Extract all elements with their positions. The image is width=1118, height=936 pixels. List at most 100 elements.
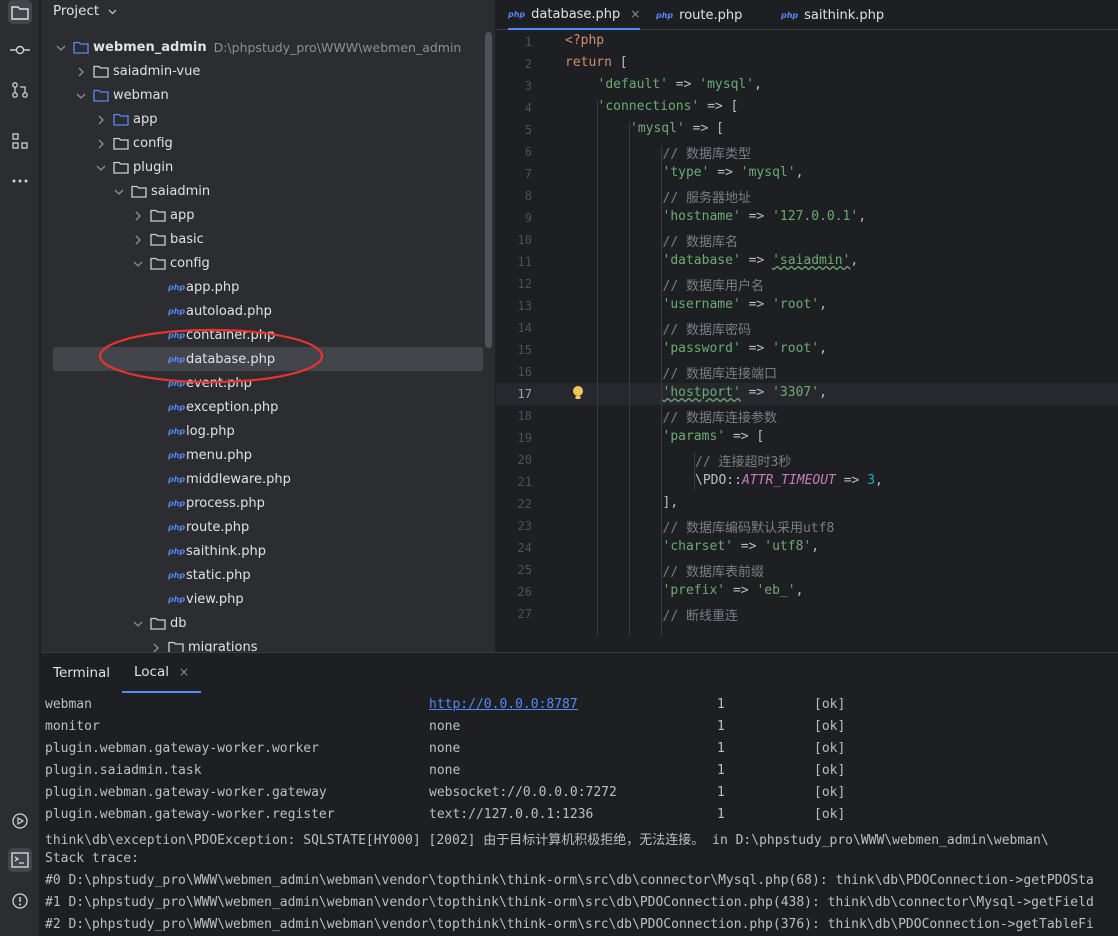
line-number: 24 <box>517 541 532 555</box>
tree-item[interactable]: plugin <box>41 155 483 179</box>
chevron-right-icon[interactable] <box>133 210 143 221</box>
line-number: 11 <box>517 255 532 269</box>
tree-item[interactable]: php view.php <box>41 587 483 611</box>
line-number: 5 <box>524 123 532 137</box>
error-line: #1 D:\phpstudy_pro\WWW\webmen_admin\webm… <box>45 895 1094 910</box>
tree-item[interactable]: php middleware.php <box>41 467 483 491</box>
pull-requests-icon[interactable] <box>8 78 32 102</box>
process-listen: none <box>429 719 461 734</box>
line-number: 19 <box>517 431 532 445</box>
tab-label: saithink.php <box>804 7 885 23</box>
process-count: 1 <box>717 741 725 756</box>
process-name: plugin.webman.gateway-worker.gateway <box>45 785 327 800</box>
folder-icon <box>150 617 166 630</box>
listen-link[interactable]: http://0.0.0.0:8787 <box>429 697 578 712</box>
tab-local-session[interactable]: Local × <box>122 653 202 693</box>
chevron-right-icon[interactable] <box>133 234 143 245</box>
chevron-right-icon[interactable] <box>96 138 106 149</box>
chevron-down-icon[interactable] <box>96 162 106 172</box>
lightbulb-icon[interactable] <box>572 385 584 405</box>
process-status: [ok] <box>814 697 846 712</box>
tree-item-label: exception.php <box>186 399 279 415</box>
tab-database-php[interactable]: php database.php × <box>508 0 641 30</box>
tree-item[interactable]: app <box>41 107 483 131</box>
code-line: // 数据库连接端口 <box>662 367 777 382</box>
problems-icon[interactable] <box>8 889 32 913</box>
services-icon[interactable] <box>8 809 32 833</box>
commit-icon[interactable] <box>8 38 32 62</box>
chevron-down-icon[interactable] <box>56 42 66 52</box>
error-line: #2 D:\phpstudy_pro\WWW\webmen_admin\webm… <box>45 917 1094 932</box>
php-file-icon: php <box>656 10 674 20</box>
line-number: 10 <box>517 233 532 247</box>
process-name: monitor <box>45 719 100 734</box>
process-status: [ok] <box>814 785 846 800</box>
process-name: plugin.saiadmin.task <box>45 763 202 778</box>
tree-item-label: middleware.php <box>186 471 291 487</box>
process-count: 1 <box>717 785 725 800</box>
chevron-down-icon[interactable] <box>76 90 86 100</box>
close-icon[interactable]: × <box>630 7 640 21</box>
process-count: 1 <box>717 719 725 734</box>
process-listen: text://127.0.0.1:1236 <box>429 807 594 822</box>
tree-scrollbar[interactable] <box>485 32 492 348</box>
tree-item[interactable]: php saithink.php <box>41 539 483 563</box>
tree-item-label: route.php <box>186 519 250 535</box>
terminal-icon[interactable] <box>8 848 32 872</box>
tree-item[interactable]: php static.php <box>41 563 483 587</box>
session-label: Local <box>134 664 169 680</box>
tree-item[interactable]: db <box>41 611 483 635</box>
code-line: // 数据库名 <box>662 235 738 250</box>
line-number: 3 <box>524 79 532 93</box>
error-line: #0 D:\phpstudy_pro\WWW\webmen_admin\webm… <box>45 873 1094 888</box>
tree-item[interactable]: config <box>41 251 483 275</box>
tree-item[interactable]: saiadmin-vue <box>41 59 483 83</box>
indent-guide <box>629 122 630 636</box>
tree-item[interactable]: config <box>41 131 483 155</box>
tree-item[interactable]: webman <box>41 83 483 107</box>
code-line: 'hostname' => '127.0.0.1', <box>662 209 867 224</box>
folder-icon <box>150 257 166 270</box>
project-header[interactable]: Project <box>53 3 117 19</box>
red-annotation-ellipse <box>98 328 324 384</box>
structure-icon[interactable] <box>8 129 32 153</box>
chevron-right-icon[interactable] <box>96 114 106 125</box>
chevron-right-icon[interactable] <box>76 66 86 77</box>
line-number: 15 <box>517 343 532 357</box>
line-number: 18 <box>517 409 532 423</box>
code-line: 'hostport' => '3307', <box>662 385 827 400</box>
tree-item[interactable]: php autoload.php <box>41 299 483 323</box>
line-number: 7 <box>524 167 532 181</box>
chevron-down-icon[interactable] <box>114 186 124 196</box>
tree-item[interactable]: php menu.php <box>41 443 483 467</box>
tree-item[interactable]: php app.php <box>41 275 483 299</box>
code-line: return [ <box>565 55 628 70</box>
code-line: 'password' => 'root', <box>662 341 827 356</box>
project-folder-icon[interactable] <box>8 0 32 24</box>
tab-saithink-php[interactable]: php saithink.php <box>781 0 884 30</box>
php-file-icon: php <box>168 402 186 412</box>
code-line: 'charset' => 'utf8', <box>662 539 820 554</box>
chevron-down-icon[interactable] <box>133 258 143 268</box>
php-file-icon: php <box>168 570 186 580</box>
tree-item[interactable]: app <box>41 203 483 227</box>
chevron-right-icon[interactable] <box>151 642 161 653</box>
folder-icon <box>113 137 129 150</box>
tree-item[interactable]: webmen_admin D:\phpstudy_pro\WWW\webmen_a… <box>41 35 483 59</box>
tree-item-label: basic <box>170 231 204 247</box>
tree-item[interactable]: php process.php <box>41 491 483 515</box>
tree-item[interactable]: saiadmin <box>41 179 483 203</box>
tree-item-label: app <box>170 207 195 223</box>
process-status: [ok] <box>814 719 846 734</box>
tab-route-php[interactable]: php route.php <box>656 0 742 30</box>
php-file-icon: php <box>168 450 186 460</box>
php-file-icon: php <box>168 306 186 316</box>
tree-item[interactable]: php exception.php <box>41 395 483 419</box>
tree-item[interactable]: php log.php <box>41 419 483 443</box>
tree-item[interactable]: php route.php <box>41 515 483 539</box>
tree-item[interactable]: basic <box>41 227 483 251</box>
close-icon[interactable]: × <box>179 665 189 679</box>
code-line: 'default' => 'mysql', <box>597 77 762 92</box>
more-icon[interactable] <box>8 169 32 193</box>
chevron-down-icon[interactable] <box>133 618 143 628</box>
